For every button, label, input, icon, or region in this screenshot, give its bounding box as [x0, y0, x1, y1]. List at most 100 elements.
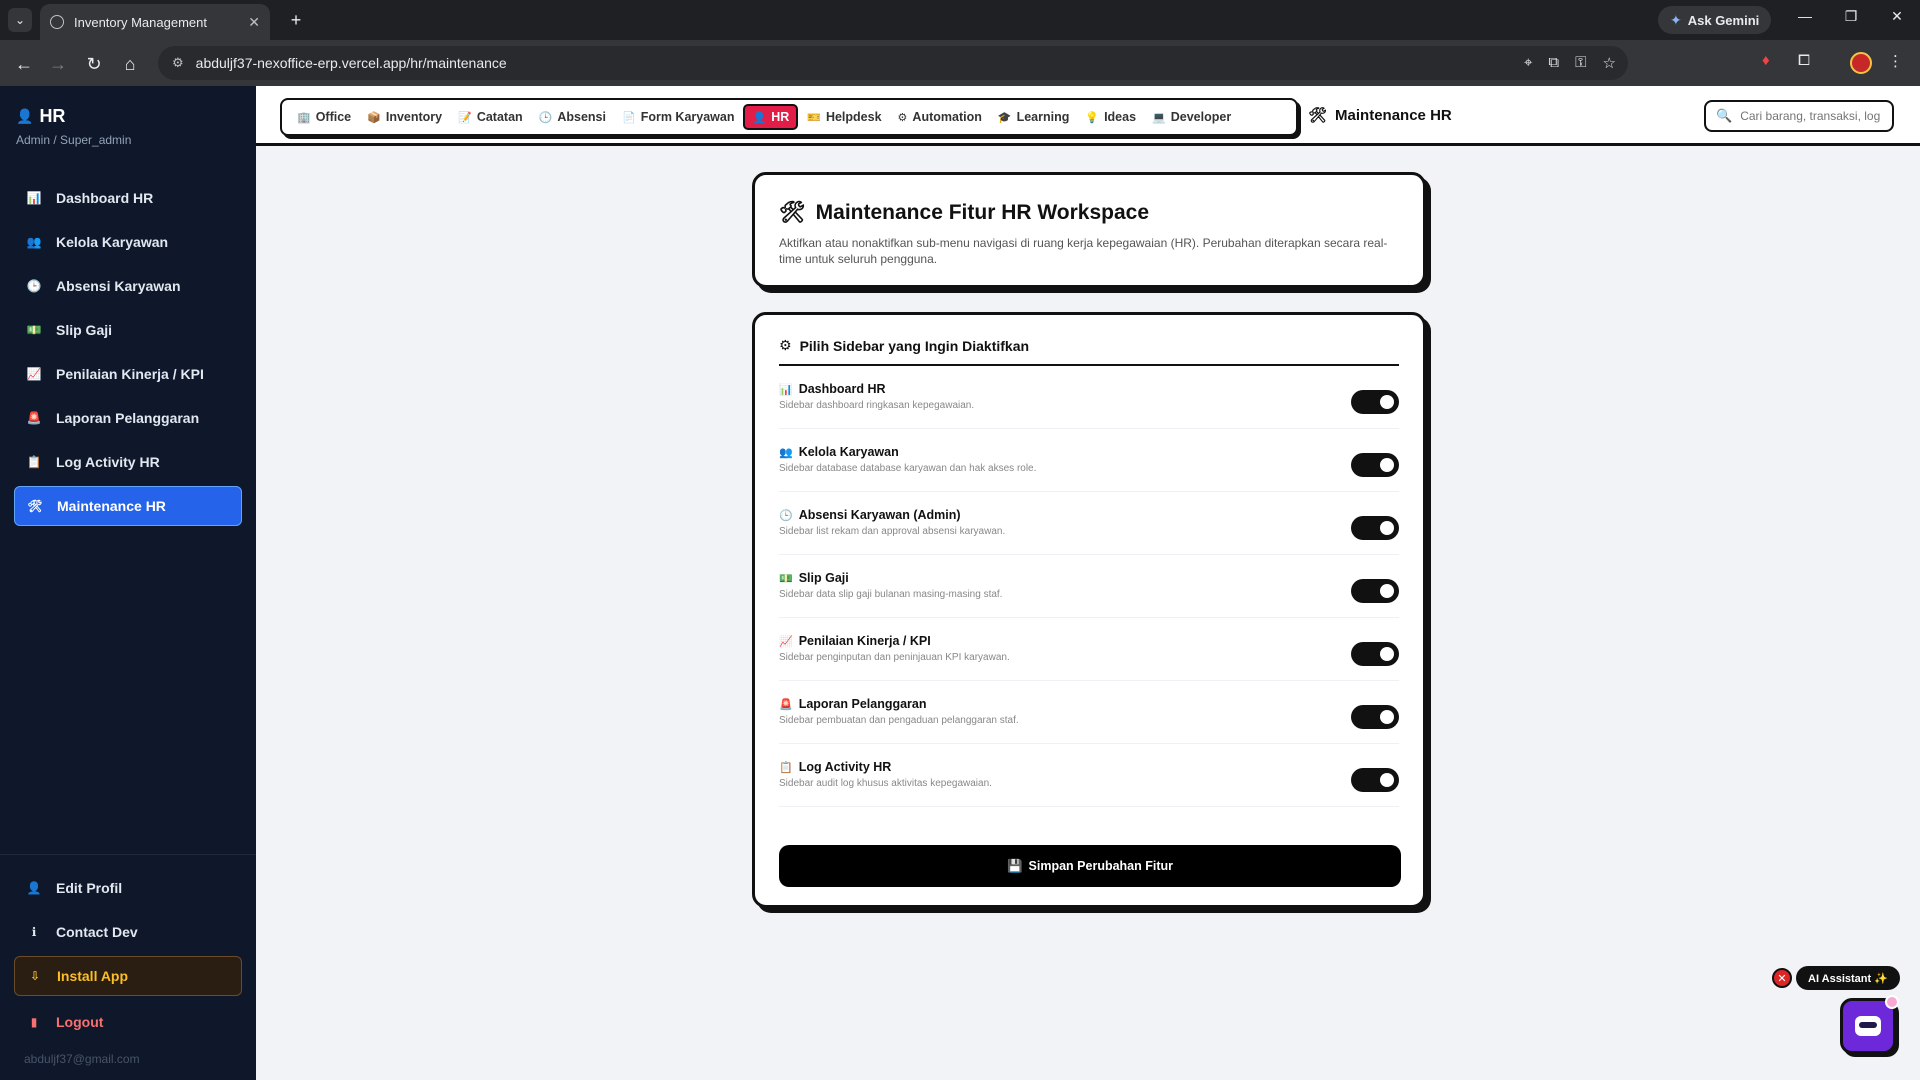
chrome-menu-icon[interactable]: ⋮ — [1888, 52, 1903, 70]
restore-button[interactable]: ❐ — [1836, 8, 1866, 25]
nav-developer[interactable]: 💻 Developer — [1145, 106, 1238, 128]
feature-description: Sidebar audit log khusus aktivitas kepeg… — [779, 778, 992, 789]
nav-catatan[interactable]: 📝 Catatan — [451, 106, 530, 128]
nav-helpdesk[interactable]: 🎫 Helpdesk — [800, 106, 888, 128]
sidebar-title-text: HR — [39, 106, 66, 126]
lightbulb-icon: 💡 — [1085, 111, 1100, 124]
sidebar-item-laporan-pelanggaran[interactable]: 🚨 Laporan Pelanggaran — [14, 398, 242, 438]
nav-absensi[interactable]: 🕒 Absensi — [532, 106, 613, 128]
feature-name: 🕒 Absensi Karyawan (Admin) — [779, 508, 1399, 522]
ai-assistant-label[interactable]: AI Assistant ✨ — [1796, 966, 1900, 990]
sidebar-item-label: Slip Gaji — [56, 322, 113, 338]
toggle-knob — [1380, 773, 1394, 787]
save-label: Simpan Perubahan Fitur — [1028, 859, 1174, 873]
clock-icon: 🕒 — [538, 111, 553, 124]
nav-label: Developer — [1170, 110, 1232, 124]
sidebar: 👤 HR Admin / Super_admin 📊 Dashboard HR … — [0, 86, 256, 1080]
toggle-kelola-karyawan[interactable] — [1351, 453, 1399, 477]
forward-button[interactable]: → — [46, 52, 70, 76]
toggle-absensi-karyawan[interactable] — [1351, 516, 1399, 540]
nav-office[interactable]: 🏢 Office — [290, 106, 358, 128]
logout-icon: ▮ — [30, 1015, 38, 1029]
page-title: 🛠 Maintenance HR — [1308, 106, 1452, 125]
tools-icon: 🛠 — [1308, 107, 1328, 124]
feature-name-text: Penilaian Kinerja / KPI — [798, 634, 931, 648]
nav-ideas[interactable]: 💡 Ideas — [1078, 106, 1143, 128]
close-tab-icon[interactable]: ✕ — [248, 14, 260, 31]
feature-name: 📋 Log Activity HR — [779, 760, 1399, 774]
new-tab-button[interactable]: + — [284, 8, 308, 32]
toggle-knob — [1380, 710, 1394, 724]
ai-assistant-button[interactable] — [1840, 995, 1899, 1054]
nav-form-karyawan[interactable]: 📄 Form Karyawan — [615, 106, 741, 128]
sidebar-item-penilaian-kinerja[interactable]: 📈 Penilaian Kinerja / KPI — [14, 354, 242, 394]
install-app-icon[interactable]: ⧉ — [1548, 54, 1559, 72]
sidebar-item-maintenance-hr[interactable]: 🛠 Maintenance HR — [14, 486, 242, 526]
clock-icon: 🕒 — [26, 279, 42, 293]
save-features-button[interactable]: 💾 Simpan Perubahan Fitur — [779, 845, 1401, 887]
office-icon: 🏢 — [297, 111, 311, 124]
user-icon: 👤 — [16, 108, 34, 124]
alarm-icon: 🚨 — [779, 698, 793, 711]
nav-inventory[interactable]: 📦 Inventory — [360, 106, 449, 128]
feature-name: 📈 Penilaian Kinerja / KPI — [779, 634, 1399, 648]
feature-name-text: Log Activity HR — [798, 760, 892, 774]
sidebar-item-absensi-karyawan[interactable]: 🕒 Absensi Karyawan — [14, 266, 242, 306]
feature-row-penilaian-kinerja: 📈 Penilaian Kinerja / KPI Sidebar penginp… — [779, 618, 1399, 681]
extension-icon[interactable]: ♦ — [1762, 52, 1770, 69]
toggle-log-activity[interactable] — [1351, 768, 1399, 792]
location-icon[interactable]: ⌖ — [1524, 54, 1532, 72]
nav-automation[interactable]: ⚙ Automation — [891, 106, 989, 128]
nav-label: Automation — [912, 110, 982, 124]
sidebar-item-log-activity[interactable]: 📋 Log Activity HR — [14, 442, 242, 482]
nav-label: Learning — [1016, 110, 1070, 124]
nav-learning[interactable]: 🎓 Learning — [991, 106, 1077, 128]
bookmark-star-icon[interactable]: ☆ — [1603, 54, 1616, 72]
nav-label: Office — [315, 110, 352, 124]
nav-hr[interactable]: 👤 HR — [743, 104, 799, 130]
card-title-text: Maintenance Fitur HR Workspace — [815, 201, 1150, 224]
toggle-knob — [1380, 395, 1394, 409]
sidebar-item-edit-profil[interactable]: 👤 Edit Profil — [14, 868, 242, 908]
sidebar-item-label: Dashboard HR — [56, 190, 154, 206]
minimize-button[interactable]: — — [1790, 8, 1820, 24]
features-title: ⚙ Pilih Sidebar yang Ingin Diaktifkan — [779, 337, 1399, 366]
sidebar-item-slip-gaji[interactable]: 💵 Slip Gaji — [14, 310, 242, 350]
toggle-slip-gaji[interactable] — [1351, 579, 1399, 603]
logout-button[interactable]: ▮ Logout — [14, 1002, 242, 1042]
gear-icon: ⚙ — [897, 111, 908, 124]
toggle-penilaian-kinerja[interactable] — [1351, 642, 1399, 666]
money-icon: 💵 — [26, 323, 42, 337]
sidebar-item-contact-dev[interactable]: ℹ Contact Dev — [14, 912, 242, 952]
url-bar[interactable]: ⚙ abduljf37-nexoffice-erp.vercel.app/hr/… — [158, 46, 1628, 80]
feature-row-dashboard-hr: 📊 Dashboard HR Sidebar dashboard ringkasa… — [779, 366, 1399, 429]
install-app-button[interactable]: ⇩ Install App — [14, 956, 242, 996]
close-window-button[interactable]: ✕ — [1882, 8, 1912, 25]
ai-assistant-close-button[interactable]: ✕ — [1772, 968, 1792, 988]
sidebar-item-label: Penilaian Kinerja / KPI — [56, 366, 204, 382]
sidebar-item-kelola-karyawan[interactable]: 👥 Kelola Karyawan — [14, 222, 242, 262]
home-button[interactable]: ⌂ — [118, 52, 142, 76]
card-title: 🛠 Maintenance Fitur HR Workspace — [779, 201, 1399, 225]
feature-name-text: Kelola Karyawan — [798, 445, 899, 459]
browser-tab[interactable]: Inventory Management ✕ — [40, 4, 270, 40]
site-info-icon[interactable]: ⚙ — [172, 55, 184, 71]
user-icon: 👤 — [26, 881, 42, 895]
reload-button[interactable]: ↻ — [82, 52, 106, 76]
toggle-knob — [1380, 458, 1394, 472]
feature-row-log-activity: 📋 Log Activity HR Sidebar audit log khusu… — [779, 744, 1399, 807]
back-button[interactable]: ← — [12, 52, 36, 76]
global-search[interactable]: 🔍 — [1704, 100, 1894, 132]
extensions-puzzle-icon[interactable]: ⧠ — [1798, 52, 1810, 69]
key-icon[interactable]: ⚿ — [1575, 54, 1586, 72]
tab-search-button[interactable]: ⌄ — [8, 8, 32, 32]
ask-gemini-button[interactable]: ✦ Ask Gemini — [1658, 6, 1772, 34]
sidebar-item-dashboard-hr[interactable]: 📊 Dashboard HR — [14, 178, 242, 218]
main-content: 🏢 Office 📦 Inventory 📝 Catatan 🕒 Absensi 📄 Fo… — [256, 86, 1920, 1080]
sidebar-header: 👤 HR Admin / Super_admin — [16, 106, 131, 147]
search-input[interactable] — [1740, 109, 1881, 123]
toggle-laporan-pelanggaran[interactable] — [1351, 705, 1399, 729]
profile-avatar[interactable] — [1850, 52, 1872, 74]
address-bar-row: ← → ↻ ⌂ ⚙ abduljf37-nexoffice-erp.vercel… — [0, 40, 1920, 86]
toggle-dashboard-hr[interactable] — [1351, 390, 1399, 414]
